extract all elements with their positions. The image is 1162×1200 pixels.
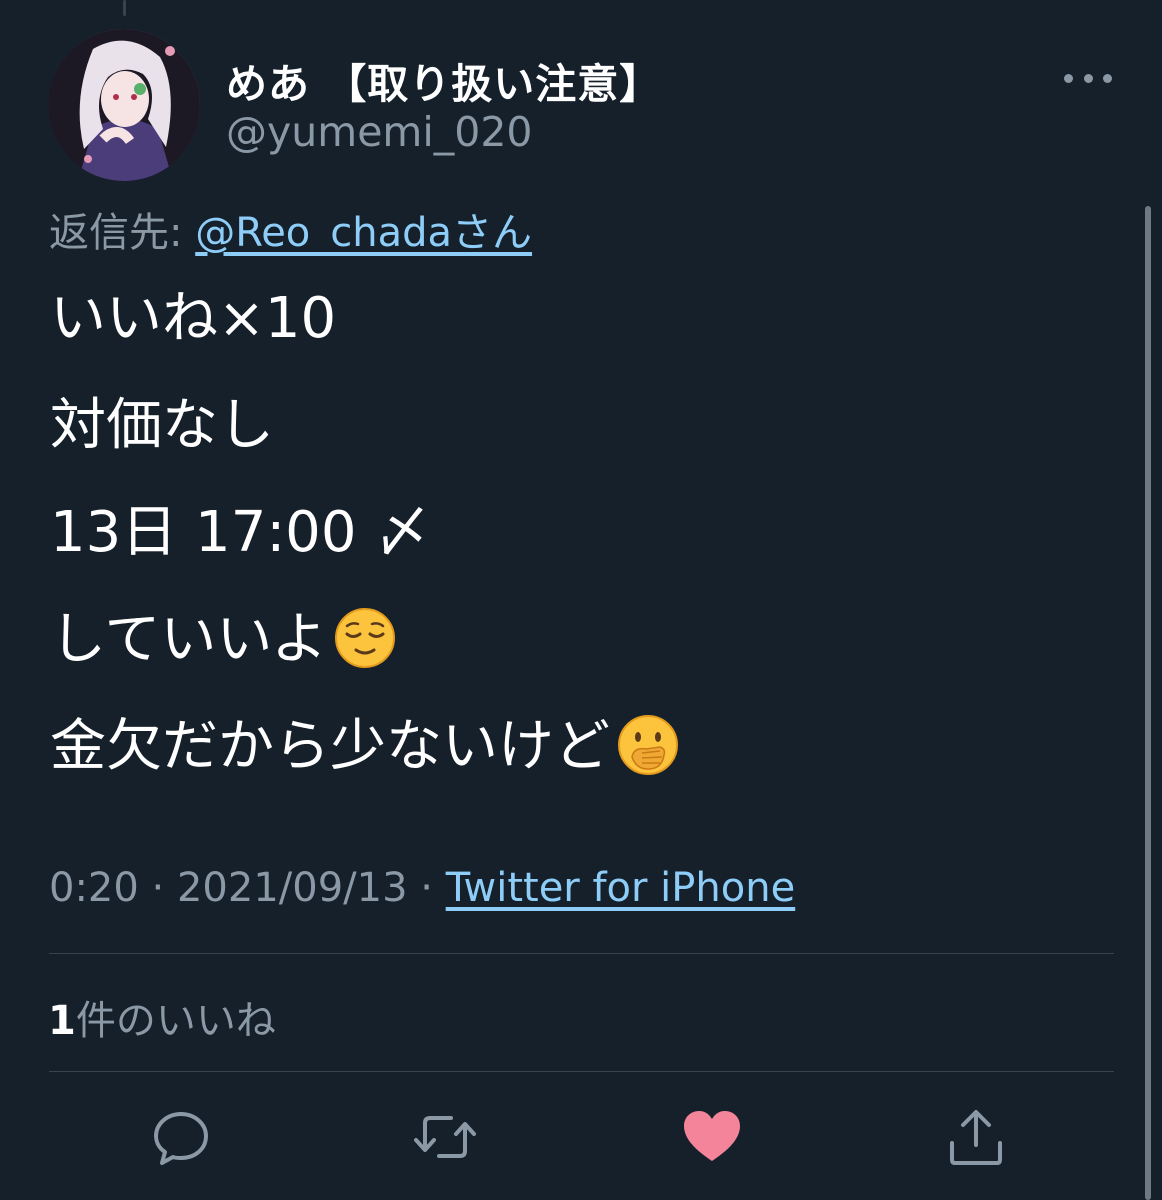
dot (1083, 73, 1093, 83)
tweet-text: していいよ (50, 607, 328, 672)
tweet-text-line-with-emoji: 金欠だから少ないけど (50, 714, 680, 777)
tweet-text-line: 対価なし (50, 393, 274, 458)
divider (49, 1071, 1114, 1072)
author-handle[interactable]: @yumemi_020 (226, 108, 533, 156)
avatar[interactable] (48, 29, 200, 181)
reply-icon[interactable] (149, 1105, 213, 1169)
reply-context: 返信先: @Reo_chadaさん (49, 200, 532, 258)
more-options-icon[interactable] (1064, 66, 1112, 90)
tweet-metadata: 0:20 · 2021/09/13 · Twitter for iPhone (49, 865, 795, 911)
face-with-hand-over-mouth-icon (618, 714, 678, 775)
share-icon[interactable] (944, 1105, 1008, 1169)
retweet-icon[interactable] (413, 1105, 477, 1169)
tweet-date: 2021/09/13 (176, 865, 408, 911)
dot (1064, 73, 1073, 83)
tweet-text: 金欠だから少ないけど (50, 714, 610, 779)
relieved-face-icon (335, 607, 396, 668)
tweet-text-line-with-emoji: していいよ (50, 607, 397, 670)
reply-prefix: 返信先: (49, 210, 196, 256)
reply-to-link[interactable]: @Reo_chadaさん (195, 210, 532, 256)
meta-separator: · (407, 865, 446, 911)
avatar-image (48, 29, 200, 181)
source-link[interactable]: Twitter for iPhone (446, 865, 796, 911)
divider (49, 953, 1114, 954)
tweet-time: 0:20 (49, 865, 139, 911)
thread-connector-line (123, 0, 126, 16)
tweet-text-line: いいね×10 (50, 286, 337, 351)
scrollbar[interactable] (1145, 206, 1151, 1200)
tweet-text-line: 13日 17:00 〆 (50, 500, 431, 565)
dot (1103, 73, 1112, 83)
likes-label: 件のいいね (75, 998, 276, 1044)
likes-number: 1 (48, 998, 76, 1044)
meta-separator: · (138, 865, 177, 911)
author-display-name[interactable]: めあ 【取り扱い注意】 (226, 50, 661, 110)
like-icon[interactable] (680, 1105, 744, 1169)
likes-count[interactable]: 1件のいいね (48, 988, 276, 1046)
